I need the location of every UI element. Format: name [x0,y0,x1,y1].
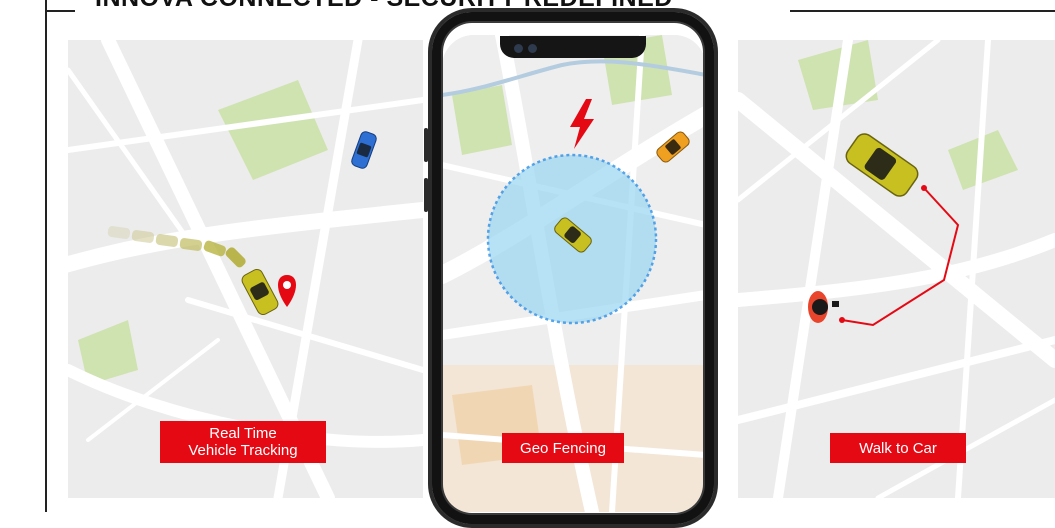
camera-icon [514,44,523,53]
phone-notch [500,36,646,58]
walk-to-car-map-panel [738,40,1055,498]
feature-label-line: Real Time [209,425,277,442]
walk-to-car-map [738,40,1055,498]
phone-volume-button [424,128,428,162]
feature-label-geo-fencing: Geo Fencing [502,433,624,463]
sensor-icon [528,44,537,53]
feature-label-text: Geo Fencing [520,439,606,457]
frame-border-top-left [45,10,75,12]
frame-border-top-right [790,10,1055,12]
frame-border-left [45,0,47,512]
phone-volume-button [424,178,428,212]
feature-label-line: Vehicle Tracking [188,442,298,459]
feature-label-text: Walk to Car [859,439,937,457]
feature-label-walk-to-car: Walk to Car [830,433,966,463]
feature-label-realtime-tracking: Real Time Vehicle Tracking [160,421,326,463]
